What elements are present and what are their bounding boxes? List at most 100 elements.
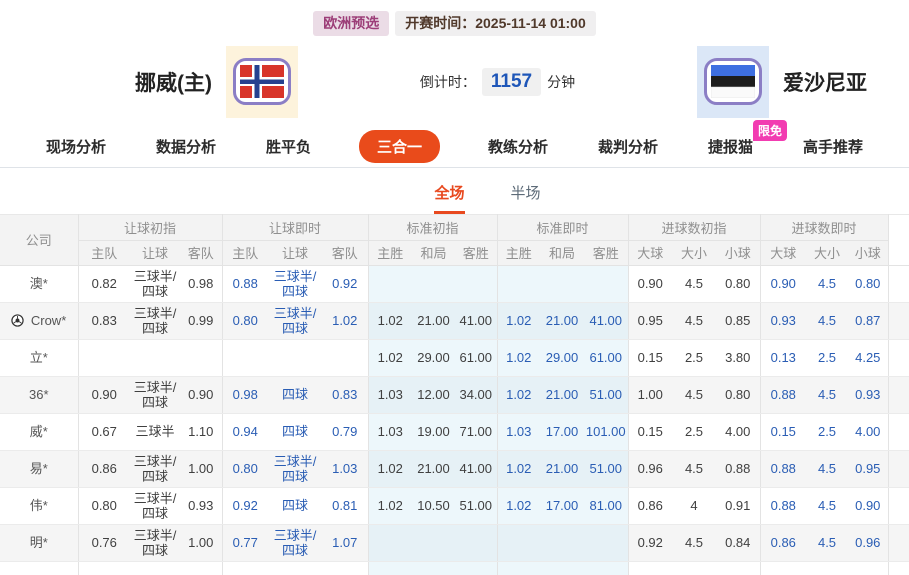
table-row: 伟* 0.80 三球半/四球 0.93 0.92 四球 0.81 1.02 10.50 51.00… xyxy=(0,487,909,525)
nav-tab-three-in-one[interactable]: 三合一 xyxy=(358,129,440,163)
column-header: 客胜 xyxy=(584,240,629,266)
odds-cell xyxy=(497,524,540,562)
odds-cell: 0.93 xyxy=(848,376,889,414)
table-row: Crow* 0.83 三球半/四球 0.99 0.80 三球半/四球 1.02 1.02 21.… xyxy=(0,302,909,340)
odds-cell xyxy=(78,561,130,575)
nav-tab-expert-recommend[interactable]: 高手推荐 xyxy=(801,132,865,161)
odds-cell: 4.00 xyxy=(716,413,761,451)
odds-cell: 1.02 xyxy=(497,339,540,377)
odds-cell: 0.80 xyxy=(716,265,761,303)
nav-tab-win-draw-loss[interactable]: 胜平负 xyxy=(264,132,313,161)
odds-cell: 四球 xyxy=(268,487,322,525)
odds-cell xyxy=(322,561,369,575)
odds-cell: 1.02 xyxy=(497,376,540,414)
column-header: 主胜 xyxy=(497,240,540,266)
odds-cell: 51.00 xyxy=(455,487,498,525)
odds-cell xyxy=(455,524,498,562)
odds-cell xyxy=(368,561,412,575)
column-header: 大球 xyxy=(628,240,672,266)
column-header: 小球 xyxy=(848,240,889,266)
odds-cell xyxy=(78,339,130,377)
odds-cell: 1.00 xyxy=(180,524,223,562)
odds-cell: 0.99 xyxy=(180,302,223,340)
odds-cell: 4.5 xyxy=(806,487,849,525)
odds-cell xyxy=(848,561,889,575)
away-team: 爱沙尼亚 xyxy=(696,45,867,118)
subtab-full-match[interactable]: 全场 xyxy=(434,182,465,214)
column-header: 主队 xyxy=(222,240,268,266)
league-badge: 欧洲预选 xyxy=(313,11,390,36)
odds-cell: 51.00 xyxy=(584,376,629,414)
odds-cell: 41.00 xyxy=(584,302,629,340)
column-header: 让球 xyxy=(130,240,180,266)
odds-cell: 21.00 xyxy=(540,376,584,414)
nav-tab-coach-analysis[interactable]: 教练分析 xyxy=(486,132,550,161)
nav-tab-referee-analysis[interactable]: 裁判分析 xyxy=(596,132,660,161)
odds-cell: 0.83 xyxy=(322,376,369,414)
odds-cell: 0.86 xyxy=(628,487,672,525)
odds-cell: 4.5 xyxy=(806,524,849,562)
odds-cell: 51.00 xyxy=(584,450,629,488)
company-cell: 威* xyxy=(0,413,79,451)
odds-cell xyxy=(628,561,672,575)
odds-cell: 三球半/四球 xyxy=(268,302,322,340)
odds-cell: 17.00 xyxy=(540,487,584,525)
odds-cell xyxy=(455,561,498,575)
odds-cell: 0.86 xyxy=(760,524,807,562)
column-header: 客队 xyxy=(180,240,223,266)
odds-cell: 1.02 xyxy=(322,302,369,340)
odds-cell: 1.02 xyxy=(368,450,412,488)
column-header: 主胜 xyxy=(368,240,412,266)
odds-cell xyxy=(268,339,322,377)
norway-flag-icon xyxy=(226,45,298,118)
odds-cell: 三球半/四球 xyxy=(130,487,180,525)
odds-cell: 三球半/四球 xyxy=(268,524,322,562)
odds-cell: 0.92 xyxy=(222,487,268,525)
odds-cell: 101.00 xyxy=(584,413,629,451)
odds-cell: 4.5 xyxy=(672,265,716,303)
odds-cell: 0.91 xyxy=(716,487,761,525)
odds-cell: 4.25 xyxy=(848,339,889,377)
odds-cell: 4 xyxy=(672,487,716,525)
odds-cell: 0.92 xyxy=(628,524,672,562)
company-cell: 易* xyxy=(0,450,79,488)
odds-cell: 三球半/四球 xyxy=(268,265,322,303)
company-cell: 立* xyxy=(0,339,79,377)
filler-cell xyxy=(888,413,909,451)
odds-cell: 三球半/四球 xyxy=(130,302,180,340)
odds-cell: 0.95 xyxy=(848,450,889,488)
company-cell: 明* xyxy=(0,524,79,562)
odds-cell: 0.88 xyxy=(222,265,268,303)
nav-tab-jiebao-cat[interactable]: 捷报猫 限免 xyxy=(706,119,788,161)
odds-cell xyxy=(672,561,716,575)
odds-cell: 1.02 xyxy=(368,487,412,525)
home-team-name: 挪威(主) xyxy=(135,71,212,95)
odds-cell: 0.93 xyxy=(180,487,223,525)
odds-cell: 34.00 xyxy=(455,376,498,414)
odds-cell: 0.98 xyxy=(222,376,268,414)
nav-tab-scene-analysis[interactable]: 现场分析 xyxy=(44,132,108,161)
odds-cell xyxy=(368,265,412,303)
odds-cell: 0.15 xyxy=(760,413,807,451)
odds-cell: 0.93 xyxy=(760,302,807,340)
group-header: 标准初指 xyxy=(368,213,498,241)
odds-cell xyxy=(497,265,540,303)
column-header: 大球 xyxy=(760,240,807,266)
odds-cell: 0.95 xyxy=(628,302,672,340)
kickoff-time: 开赛时间：2025-11-14 01:00 xyxy=(395,11,596,36)
group-header: 标准即时 xyxy=(497,213,629,241)
odds-cell: 0.88 xyxy=(760,376,807,414)
odds-cell: 三球半/四球 xyxy=(130,265,180,303)
odds-cell xyxy=(412,265,455,303)
group-header: 让球初指 xyxy=(78,213,223,241)
limited-free-badge: 限免 xyxy=(753,119,788,141)
nav-tab-data-analysis[interactable]: 数据分析 xyxy=(154,132,218,161)
odds-cell xyxy=(540,561,584,575)
countdown-value: 1157 xyxy=(481,67,542,96)
odds-cell xyxy=(368,524,412,562)
subtab-half-match[interactable]: 半场 xyxy=(511,182,541,214)
odds-cell: 0.88 xyxy=(760,487,807,525)
odds-cell: 1.02 xyxy=(497,487,540,525)
odds-cell: 21.00 xyxy=(412,450,455,488)
odds-cell: 4.5 xyxy=(806,302,849,340)
